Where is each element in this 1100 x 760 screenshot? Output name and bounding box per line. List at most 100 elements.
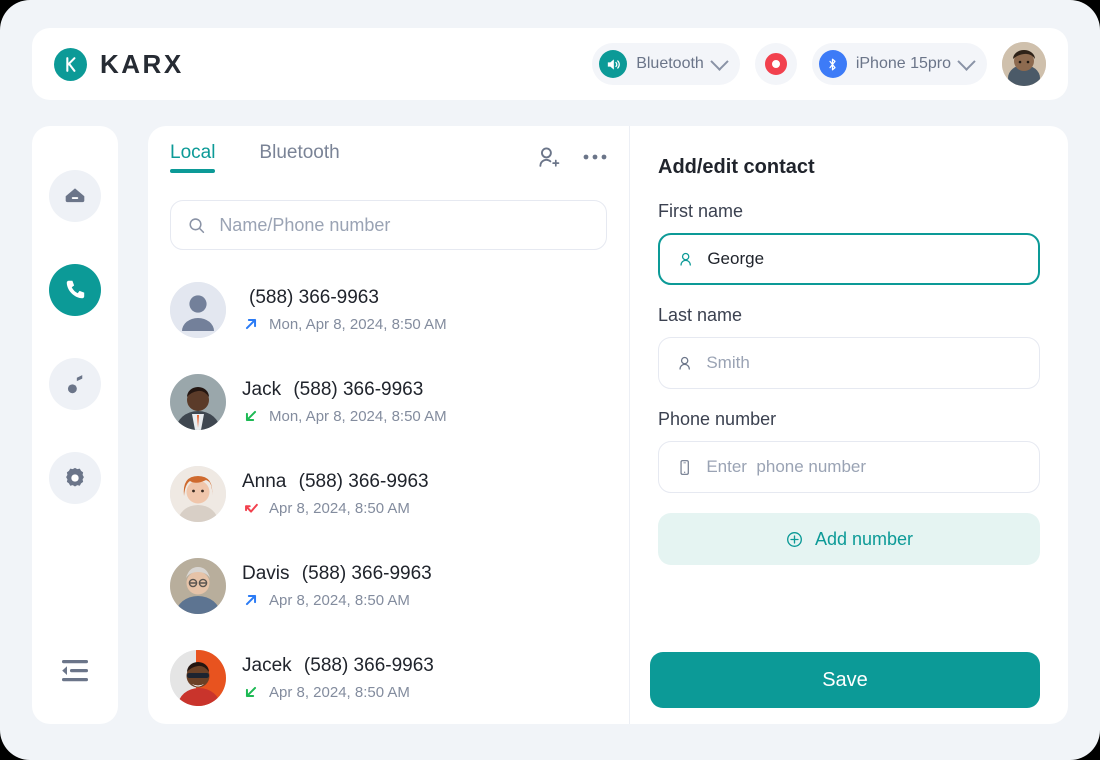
sidebar-item-calls[interactable] xyxy=(49,264,101,316)
ellipsis-icon xyxy=(583,154,607,160)
tab-bar: Local Bluetooth xyxy=(148,126,629,188)
last-name-field[interactable] xyxy=(658,337,1040,389)
search-input[interactable] xyxy=(219,214,590,236)
call-missed-icon xyxy=(245,503,258,513)
photo-avatar xyxy=(170,558,226,614)
speaker-icon xyxy=(599,50,628,78)
contact-name: Davis xyxy=(242,563,290,584)
chevron-down-icon xyxy=(710,51,729,71)
record-icon xyxy=(764,53,787,75)
phone-number-label: Phone number xyxy=(658,409,777,429)
add-contact-button[interactable] xyxy=(536,145,561,170)
call-incoming-icon xyxy=(245,686,257,698)
contact-name: Jacek xyxy=(242,655,292,676)
list-item-info: Davis (588) 366-9963 Apr 8, 2024, 8:50 A… xyxy=(242,563,432,609)
list-item-info: Jacek (588) 366-9963 Apr 8, 2024, 8:50 A… xyxy=(242,655,434,701)
gear-icon xyxy=(66,467,84,487)
phone-icon xyxy=(66,280,85,299)
home-icon xyxy=(65,188,85,203)
list-item-meta: Apr 8, 2024, 8:50 AM xyxy=(242,683,434,701)
more-options-button[interactable] xyxy=(583,153,607,161)
record-button[interactable] xyxy=(754,43,797,85)
phone-number-field[interactable] xyxy=(658,441,1040,493)
contact-name: Jack xyxy=(242,379,282,400)
list-item[interactable]: Anna (588) 366-9963 Apr 8, 2024, 8:50 AM xyxy=(170,448,607,540)
list-item-title: Jacek (588) 366-9963 xyxy=(242,655,434,677)
list-item-info: Anna (588) 366-9963 Apr 8, 2024, 8:50 AM xyxy=(242,471,429,517)
list-item[interactable]: (588) 366-9963 Mon, Apr 8, 2024, 8:50 AM xyxy=(170,264,607,356)
call-time: Apr 8, 2024, 8:50 AM xyxy=(269,499,410,517)
contact-number: (588) 366-9963 xyxy=(303,655,434,676)
placeholder-avatar-icon xyxy=(170,282,226,338)
call-outgoing-icon xyxy=(245,594,257,606)
sidebar-item-music[interactable] xyxy=(49,358,101,410)
call-outgoing-icon xyxy=(245,318,257,330)
sidebar-item-home[interactable] xyxy=(49,170,101,222)
audio-output-label: Bluetooth xyxy=(636,55,704,72)
list-item-meta: Mon, Apr 8, 2024, 8:50 AM xyxy=(242,315,447,333)
list-item-title: Anna (588) 366-9963 xyxy=(242,471,429,493)
plus-circle-icon xyxy=(786,531,802,547)
call-time: Apr 8, 2024, 8:50 AM xyxy=(269,683,410,701)
app-viewport: KARX Bluetooth iPhone 15pro Local Blueto… xyxy=(0,0,1100,760)
sidebar-rail xyxy=(32,126,118,724)
contact-number: (588) 366-9963 xyxy=(301,563,432,584)
person-plus-icon xyxy=(539,146,560,167)
collapse-sidebar-button[interactable] xyxy=(52,648,98,694)
app-header: KARX Bluetooth iPhone 15pro xyxy=(32,28,1068,100)
list-item-info: (588) 366-9963 Mon, Apr 8, 2024, 8:50 AM xyxy=(242,287,447,333)
tab-bluetooth-label: Bluetooth xyxy=(259,141,340,163)
add-number-button[interactable]: Add number xyxy=(658,513,1040,565)
device-selector[interactable]: iPhone 15pro xyxy=(811,43,987,85)
search-box[interactable] xyxy=(170,200,607,250)
list-item-info: Jack (588) 366-9963 Mon, Apr 8, 2024, 8:… xyxy=(242,379,447,425)
list-item-meta: Apr 8, 2024, 8:50 AM xyxy=(242,499,429,517)
tab-local-label: Local xyxy=(170,141,216,163)
brand-logo: KARX xyxy=(54,47,184,81)
audio-output-selector[interactable]: Bluetooth xyxy=(592,43,740,85)
phone-device-icon xyxy=(680,459,689,475)
call-time: Apr 8, 2024, 8:50 AM xyxy=(269,591,410,609)
list-item-title: Davis (588) 366-9963 xyxy=(242,563,432,585)
last-name-input[interactable] xyxy=(706,353,1022,373)
collapse-icon xyxy=(62,660,88,682)
first-name-field[interactable] xyxy=(658,233,1040,285)
call-incoming-icon xyxy=(245,410,257,422)
search-icon xyxy=(189,217,205,233)
list-item-meta: Apr 8, 2024, 8:50 AM xyxy=(242,591,432,609)
call-time: Mon, Apr 8, 2024, 8:50 AM xyxy=(269,315,447,333)
first-name-input[interactable] xyxy=(707,249,1021,269)
tab-local[interactable]: Local xyxy=(170,141,216,173)
chevron-down-icon xyxy=(957,51,976,71)
contact-list: (588) 366-9963 Mon, Apr 8, 2024, 8:50 AM xyxy=(148,264,629,724)
contact-number: (588) 366-9963 xyxy=(298,471,429,492)
call-time: Mon, Apr 8, 2024, 8:50 AM xyxy=(269,407,447,425)
contact-number: (588) 366-9963 xyxy=(293,379,424,400)
contact-form-pane: Add/edit contact First name Last name Ph… xyxy=(630,126,1068,724)
last-name-label: Last name xyxy=(658,305,743,325)
avatar xyxy=(170,282,226,338)
save-button[interactable]: Save xyxy=(650,652,1040,708)
list-item[interactable]: Davis (588) 366-9963 Apr 8, 2024, 8:50 A… xyxy=(170,540,607,632)
list-item-title: (588) 366-9963 xyxy=(242,287,447,309)
bluetooth-icon xyxy=(818,50,847,78)
brand-mark-icon xyxy=(54,47,87,81)
first-name-label: First name xyxy=(658,201,744,221)
person-icon xyxy=(680,252,691,266)
tab-bluetooth[interactable]: Bluetooth xyxy=(259,142,339,173)
contact-number: (588) 366-9963 xyxy=(249,287,379,308)
avatar xyxy=(170,466,226,522)
avatar[interactable] xyxy=(1002,42,1046,86)
add-number-label: Add number xyxy=(814,528,914,549)
brand-name: KARX xyxy=(100,48,184,79)
contact-name: Anna xyxy=(242,471,287,492)
sidebar-item-settings[interactable] xyxy=(49,452,101,504)
list-item[interactable]: Jacek (588) 366-9963 Apr 8, 2024, 8:50 A… xyxy=(170,632,607,724)
list-item-meta: Mon, Apr 8, 2024, 8:50 AM xyxy=(242,407,447,425)
person-icon xyxy=(679,356,690,370)
list-item[interactable]: Jack (588) 366-9963 Mon, Apr 8, 2024, 8:… xyxy=(170,356,607,448)
device-label: iPhone 15pro xyxy=(855,55,951,72)
header-controls: Bluetooth iPhone 15pro xyxy=(592,42,1046,86)
tab-actions xyxy=(536,145,607,170)
phone-number-input[interactable] xyxy=(706,457,1022,477)
